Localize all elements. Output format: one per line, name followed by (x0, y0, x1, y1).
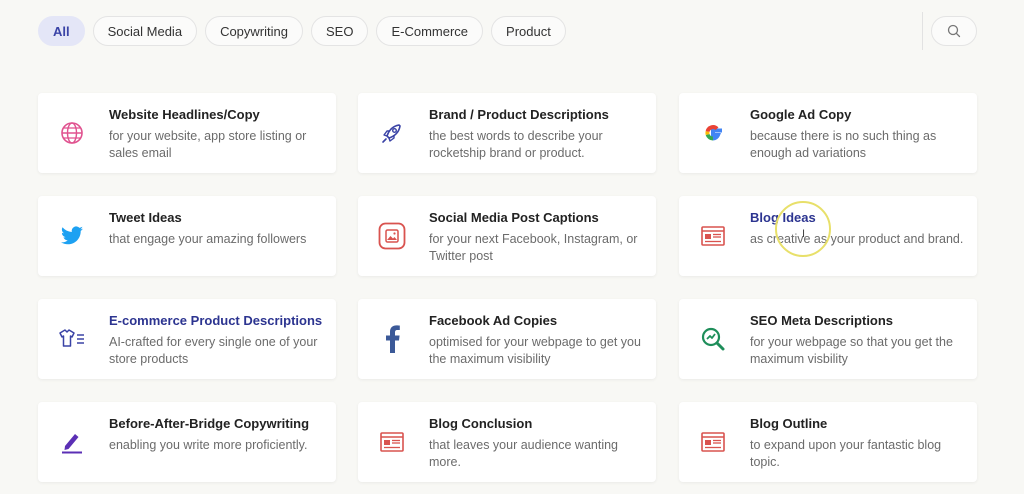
text-cursor-icon: I (802, 228, 806, 240)
globe-icon (54, 115, 90, 151)
template-card-tweet-ideas[interactable]: Tweet Ideas that engage your amazing fol… (38, 196, 336, 276)
filter-chip-product[interactable]: Product (491, 16, 566, 46)
template-card-blog-outline[interactable]: Blog Outline to expand upon your fantast… (679, 402, 977, 482)
template-card-facebook-ad-copies[interactable]: Facebook Ad Copies optimised for your we… (358, 299, 656, 379)
card-title: Website Headlines/Copy (109, 107, 260, 122)
card-description: because there is no such thing as enough… (750, 129, 937, 160)
template-card-website-headlines[interactable]: Website Headlines/Copy for your website,… (38, 93, 336, 173)
template-card-google-ad-copy[interactable]: Google Ad Copy because there is no such … (679, 93, 977, 173)
twitter-icon (54, 218, 90, 254)
card-title: Google Ad Copy (750, 107, 852, 122)
tshirt-icon (54, 321, 90, 357)
card-description: that leaves your audience wanting more. (429, 438, 619, 469)
filter-chip-social-media[interactable]: Social Media (92, 16, 198, 46)
card-title: Blog Conclusion (429, 416, 533, 431)
template-card-ecommerce-product-descriptions[interactable]: E-commerce Product Descriptions AI-craft… (38, 299, 336, 379)
template-card-before-after-bridge[interactable]: Before-After-Bridge Copywriting enabling… (38, 402, 336, 482)
card-description: enabling you write more proficiently. (109, 438, 308, 452)
seo-search-icon (695, 321, 731, 357)
card-description: for your webpage so that you get the max… (750, 335, 953, 366)
card-description: for your next Facebook, Instagram, or Tw… (429, 232, 638, 263)
template-card-seo-meta-descriptions[interactable]: SEO Meta Descriptions for your webpage s… (679, 299, 977, 379)
filter-chip-copywriting[interactable]: Copywriting (205, 16, 303, 46)
card-title: Brand / Product Descriptions (429, 107, 609, 122)
filter-chip-seo[interactable]: SEO (310, 16, 369, 46)
filter-chip-all[interactable]: All (38, 16, 85, 46)
article-icon (695, 424, 731, 460)
article-icon (374, 424, 410, 460)
card-title: Blog Outline (750, 416, 828, 431)
category-filter-bar: All Social Media Copywriting SEO E-Comme… (38, 16, 566, 46)
card-title: E-commerce Product Descriptions (109, 313, 323, 328)
search-button[interactable] (931, 16, 977, 46)
card-title: Facebook Ad Copies (429, 313, 558, 328)
google-icon (695, 115, 731, 151)
article-icon (695, 218, 731, 254)
template-card-blog-ideas[interactable]: Blog Ideas as creative as your product a… (679, 196, 977, 276)
card-title: SEO Meta Descriptions (750, 313, 894, 328)
toolbar-divider (922, 12, 923, 50)
template-card-blog-conclusion[interactable]: Blog Conclusion that leaves your audienc… (358, 402, 656, 482)
card-description: that engage your amazing followers (109, 232, 307, 246)
filter-chip-e-commerce[interactable]: E-Commerce (376, 16, 484, 46)
card-description: to expand upon your fantastic blog topic… (750, 438, 942, 469)
card-title: Blog Ideas (750, 210, 816, 225)
facebook-icon (374, 321, 410, 357)
card-description: for your website, app store listing or s… (109, 129, 307, 160)
card-description: optimised for your webpage to get you th… (429, 335, 641, 366)
rocket-icon (374, 115, 410, 151)
search-icon (947, 24, 961, 38)
card-title: Tweet Ideas (109, 210, 182, 225)
card-description: as creative as your product and brand. (750, 232, 964, 246)
card-title: Before-After-Bridge Copywriting (109, 416, 310, 431)
card-description: the best words to describe your rocketsh… (429, 129, 603, 160)
image-icon (374, 218, 410, 254)
template-card-social-media-post-captions[interactable]: Social Media Post Captions for your next… (358, 196, 656, 276)
card-description: AI-crafted for every single one of your … (109, 335, 318, 366)
template-card-brand-product-descriptions[interactable]: Brand / Product Descriptions the best wo… (358, 93, 656, 173)
pen-icon (54, 424, 90, 460)
card-title: Social Media Post Captions (429, 210, 599, 225)
